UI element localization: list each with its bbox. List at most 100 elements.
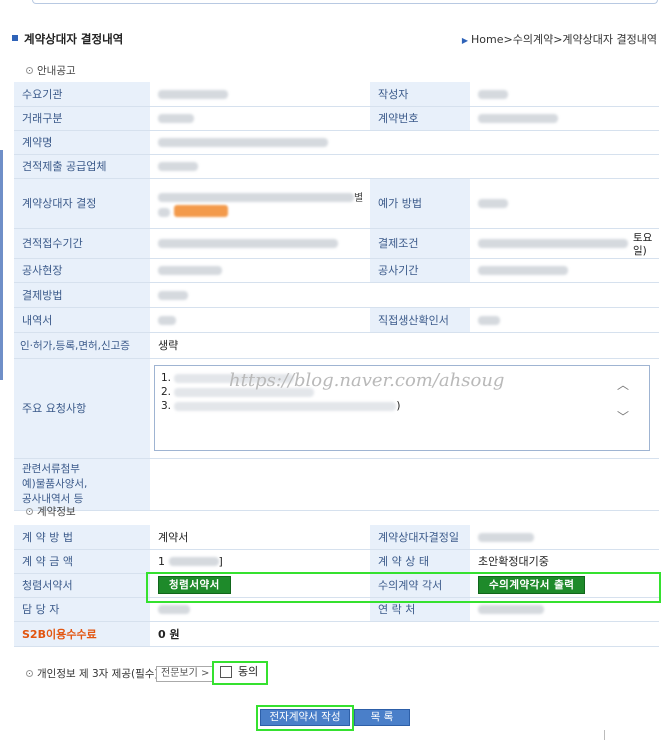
planned-method-value (470, 178, 659, 229)
attachments-label: 관련서류첨부 예)물품사양서, 공사내역서 등 (14, 458, 150, 511)
demand-agency-value (150, 82, 370, 107)
contract-status-value: 초안확정대기중 (470, 549, 659, 574)
section-notice-title: 안내공고 (37, 65, 76, 77)
table-row: 공사현장 공사기간 (14, 258, 659, 283)
agree-checkbox-group[interactable]: 동의 (214, 662, 268, 684)
payment-method-value (150, 282, 659, 308)
scroll-up-icon[interactable]: ︿ (617, 379, 629, 391)
pledge-label: 청렴서약서 (14, 573, 150, 598)
notice-table: 수요기관 작성자 거래구분 계약번호 계약명 견적제출 공급업체 계약상대자 결… (14, 82, 659, 511)
breadcrumb-text[interactable]: Home>수의계약>계약상대자 결정내역 (471, 33, 657, 46)
quote-supplier-value (150, 154, 659, 179)
details-value (150, 307, 370, 333)
title-bullet-icon (12, 35, 18, 41)
privacy-consent-row: 개인정보 제 3자 제공(필수) (26, 666, 159, 684)
top-frame (32, 0, 658, 4)
demand-agency-label: 수요기관 (14, 82, 150, 107)
attachments-value (150, 458, 659, 511)
author-value (470, 82, 659, 107)
table-row: 결제방법 (14, 282, 659, 308)
page-corner-mark (604, 730, 605, 740)
page-header: 계약상대자 결정내역 ▶ Home>수의계약>계약상대자 결정내역 (12, 30, 657, 50)
pledge-button[interactable]: 청렴서약서 (158, 576, 231, 594)
details-label: 내역서 (14, 307, 150, 333)
fee-label: S2B이용수수료 (14, 621, 150, 647)
table-row: 계약상대자 결정 별 예가 방법 (14, 178, 659, 229)
section-contract-info-title: 계약정보 (37, 506, 76, 518)
contact-value (470, 597, 659, 622)
section-bullet-icon (26, 67, 33, 74)
table-row: 계약명 (14, 130, 659, 155)
breadcrumb: ▶ Home>수의계약>계약상대자 결정내역 (462, 32, 657, 49)
quote-period-label: 견적접수기간 (14, 228, 150, 259)
trade-type-value (150, 106, 370, 131)
full-text-view-button[interactable]: 전문보기 > (156, 666, 215, 682)
main-request-textbox[interactable]: 1. 2. 3. ) https://blog.naver.com/ahsoug… (154, 365, 650, 451)
contract-table: 계 약 방 법 계약서 계약상대자결정일 계 약 금 액 1 ] 계 약 상 태… (14, 525, 659, 647)
breadcrumb-arrow-icon: ▶ (461, 36, 469, 45)
contract-method-label: 계 약 방 법 (14, 525, 150, 550)
main-request-label: 주요 요청사항 (14, 358, 150, 459)
agree-checkbox[interactable] (220, 666, 232, 678)
agree-label[interactable]: 동의 (238, 665, 258, 679)
contract-no-label: 계약번호 (370, 106, 470, 131)
payment-method-label: 결제방법 (14, 282, 150, 308)
list-button[interactable]: 목 록 (354, 709, 410, 726)
work-period-label: 공사기간 (370, 258, 470, 283)
private-contract-label: 수의계약 각서 (370, 573, 470, 598)
decision-date-value (470, 525, 659, 550)
table-row: 주요 요청사항 1. 2. 3. ) https://blog.naver.co… (14, 358, 659, 459)
license-value: 생략 (150, 332, 659, 359)
table-row: 인·허가,등록,면허,신고증 생략 (14, 332, 659, 359)
quote-period-value (150, 228, 370, 259)
table-row: 견적접수기간 결제조건 토요일) (14, 228, 659, 259)
table-row: 거래구분 계약번호 (14, 106, 659, 131)
write-e-contract-button[interactable]: 전자계약서 작성 (260, 709, 350, 726)
left-side-strip (0, 150, 3, 380)
site-label: 공사현장 (14, 258, 150, 283)
author-label: 작성자 (370, 82, 470, 107)
decision-partial: 별 (354, 192, 364, 204)
contract-name-label: 계약명 (14, 130, 150, 155)
planned-method-label: 예가 방법 (370, 178, 470, 229)
table-row: 계 약 금 액 1 ] 계 약 상 태 초안확정대기중 (14, 549, 659, 574)
table-row: 계 약 방 법 계약서 계약상대자결정일 (14, 525, 659, 550)
table-row: 내역서 직접생산확인서 (14, 307, 659, 333)
private-contract-print-button[interactable]: 수의계약각서 출력 (478, 576, 586, 594)
decision-date-label: 계약상대자결정일 (370, 525, 470, 550)
private-contract-cell: 수의계약각서 출력 (470, 573, 659, 598)
table-row: 담 당 자 연 락 처 (14, 597, 659, 622)
payment-terms-partial: 토요일) (633, 231, 653, 257)
contract-amount-label: 계 약 금 액 (14, 549, 150, 574)
pledge-cell: 청렴서약서 (150, 573, 370, 598)
direct-prod-label: 직접생산확인서 (370, 307, 470, 333)
section-bullet-icon (26, 670, 33, 677)
contract-status-label: 계 약 상 태 (370, 549, 470, 574)
page-title: 계약상대자 결정내역 (24, 32, 124, 46)
privacy-title: 개인정보 제 3자 제공(필수) (37, 668, 159, 680)
work-period-value (470, 258, 659, 283)
section-contract-info: 계약정보 (26, 505, 76, 519)
section-bullet-icon (26, 508, 33, 515)
fee-value: 0 원 (150, 621, 659, 647)
blog-watermark: https://blog.naver.com/ahsoug (229, 370, 505, 391)
payment-terms-label: 결제조건 (370, 228, 470, 259)
quote-supplier-label: 견적제출 공급업체 (14, 154, 150, 179)
contract-amount-value: 1 ] (150, 549, 370, 574)
scroll-down-icon[interactable]: ﹀ (617, 411, 629, 423)
table-row: S2B이용수수료 0 원 (14, 621, 659, 647)
manager-label: 담 당 자 (14, 597, 150, 622)
decision-badge (174, 204, 228, 217)
license-label: 인·허가,등록,면허,신고증 (14, 332, 150, 359)
site-value (150, 258, 370, 283)
request-line-3: 3. ) (161, 400, 401, 412)
contract-no-value (470, 106, 659, 131)
decision-value: 별 (150, 178, 370, 229)
table-row: 수요기관 작성자 (14, 82, 659, 107)
table-row: 청렴서약서 청렴서약서 수의계약 각서 수의계약각서 출력 (14, 573, 659, 598)
section-notice: 안내공고 (26, 64, 76, 78)
contract-name-value (150, 130, 659, 155)
main-request-value: 1. 2. 3. ) https://blog.naver.com/ahsoug… (150, 358, 659, 459)
contact-label: 연 락 처 (370, 597, 470, 622)
contract-method-value: 계약서 (150, 525, 370, 550)
